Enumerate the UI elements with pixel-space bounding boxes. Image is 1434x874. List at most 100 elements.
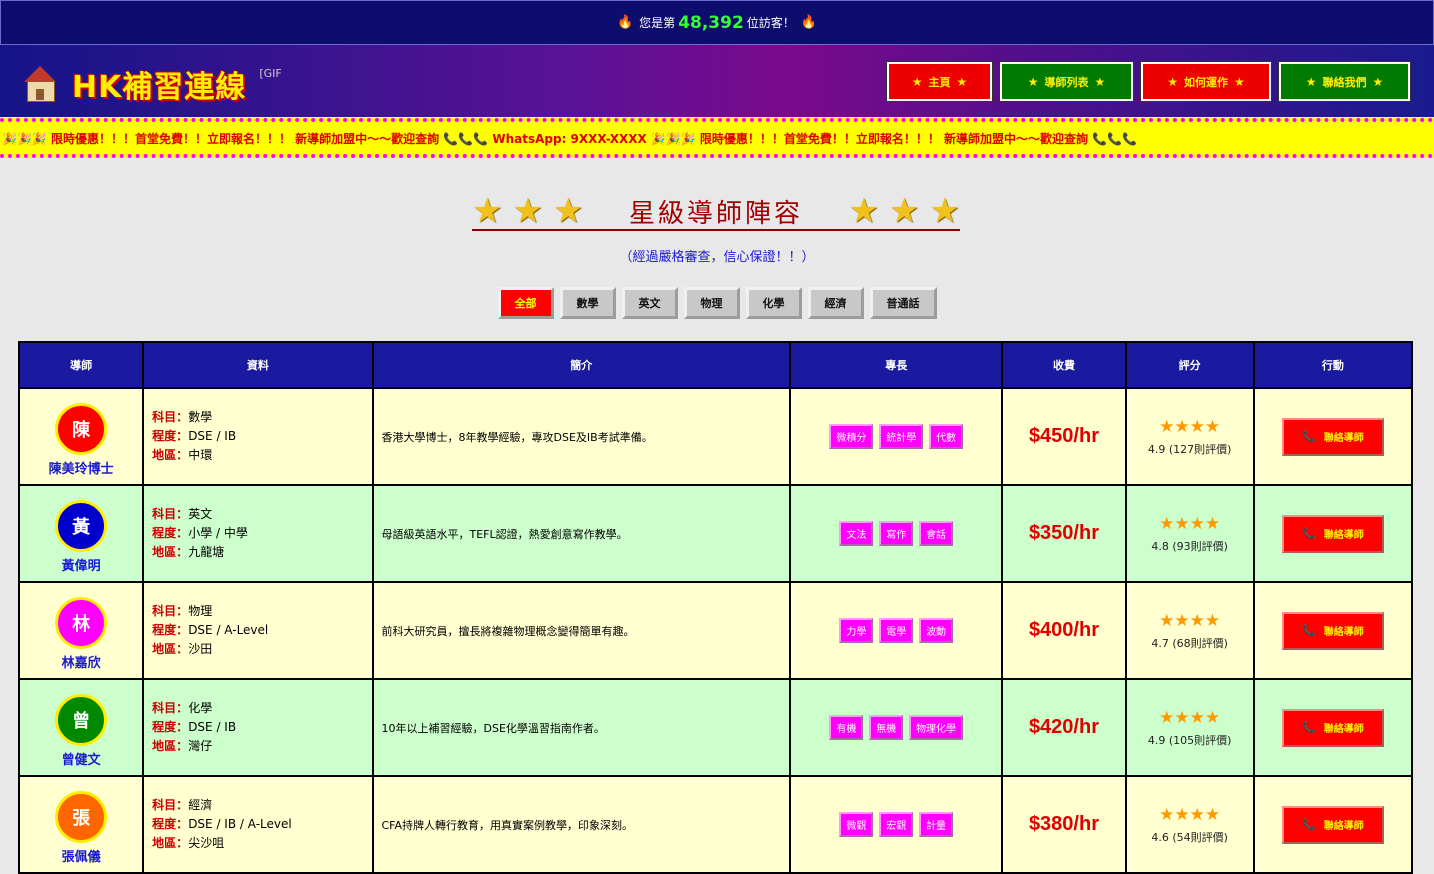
subject-label: 科目： xyxy=(152,410,189,424)
filter-chemistry-button[interactable]: 化學 xyxy=(745,287,802,319)
column-header: 專長 xyxy=(789,341,1004,389)
specialty-tag: 物理化學 xyxy=(909,715,964,740)
level-label: 程度： xyxy=(152,720,189,734)
contact-tutor-button[interactable]: 📞 聯絡導師 xyxy=(1281,514,1384,553)
tutor-name[interactable]: 陳美玲博士 xyxy=(21,458,141,477)
table-row: 黃 黃偉明 科目：英文 程度：小學 / 中學 地區：九龍塘 母語級英語水平，TE… xyxy=(17,484,1414,583)
level-label: 程度： xyxy=(152,817,189,831)
contact-button-label: 聯絡導師 xyxy=(1323,724,1364,735)
contact-tutor-button[interactable]: 📞 聯絡導師 xyxy=(1281,417,1384,456)
tutor-intro: CFA持牌人轉行教育，用真實案例教學，印象深刻。 xyxy=(371,775,792,874)
subject-value: 化學 xyxy=(188,701,213,715)
specialty-cell: 有機 無機 物理化學 xyxy=(789,678,1004,777)
level-value: DSE / IB / A-Level xyxy=(188,817,292,831)
section-subtitle: （經過嚴格審查，信心保證！！） xyxy=(619,250,815,265)
tutor-cell: 林 林嘉欣 xyxy=(17,581,145,680)
rating-text: 4.6 (54則評價) xyxy=(1151,830,1228,844)
phone-icon: 📞 xyxy=(1302,721,1316,734)
filter-mandarin-button[interactable]: 普通話 xyxy=(869,287,937,319)
filter-all-button[interactable]: 全部 xyxy=(497,287,554,319)
avatar: 陳 xyxy=(55,402,108,455)
contact-tutor-button[interactable]: 📞 聯絡導師 xyxy=(1281,708,1384,747)
action-cell: 📞 聯絡導師 xyxy=(1252,387,1414,486)
specialty-cell: 微觀 宏觀 計量 xyxy=(789,775,1004,874)
rating-text: 4.9 (105則評價) xyxy=(1147,733,1232,747)
contact-button-label: 聯絡導師 xyxy=(1323,433,1364,444)
tutor-intro: 前科大研究員，擅長將複雜物理概念變得簡單有趣。 xyxy=(371,581,792,680)
avatar: 曾 xyxy=(55,693,108,746)
specialty-tag: 微觀 xyxy=(839,812,874,837)
tutor-info-cell: 科目：英文 程度：小學 / 中學 地區：九龍塘 xyxy=(142,484,374,583)
specialty-tag: 宏觀 xyxy=(879,812,914,837)
tutor-name[interactable]: 林嘉欣 xyxy=(21,652,141,671)
specialty-cell: 文法 寫作 會話 xyxy=(789,484,1004,583)
visitor-counter: 🔥 您是第 48,392 位訪客！ 🔥 xyxy=(0,0,1434,45)
contact-button-label: 聯絡導師 xyxy=(1323,627,1364,638)
level-value: DSE / IB xyxy=(188,720,237,734)
filter-physics-button[interactable]: 物理 xyxy=(683,287,740,319)
contact-button-label: 聯絡導師 xyxy=(1323,530,1364,541)
area-label: 地區： xyxy=(152,739,189,753)
star-icon: ★ xyxy=(848,191,880,231)
specialty-tag: 無機 xyxy=(869,715,904,740)
star-icon: ★ xyxy=(1027,74,1039,89)
nav-home-button[interactable]: ★ 主頁 ★ xyxy=(886,61,993,102)
star-icon: ★ xyxy=(1305,74,1317,89)
star-icon: ★ xyxy=(889,191,920,231)
specialty-tag: 微積分 xyxy=(829,424,874,449)
table-header-row: 導師 資料 簡介 專長 收費 評分 行動 xyxy=(17,341,1414,389)
subject-filter-bar: 全部 數學 英文 物理 化學 經濟 普通話 xyxy=(0,287,1434,319)
fee-value: $450/hr xyxy=(1001,387,1127,486)
nav-label: 如何運作 xyxy=(1184,75,1228,89)
rating-stars-icon: ★★★★ xyxy=(1159,707,1221,728)
contact-tutor-button[interactable]: 📞 聯絡導師 xyxy=(1281,805,1384,844)
site-logo[interactable]: HK補習連線 [GIF xyxy=(22,62,286,106)
area-label: 地區： xyxy=(152,642,189,656)
star-icon: ★ xyxy=(552,191,584,231)
visitor-count: 48,392 xyxy=(678,12,744,33)
contact-tutor-button[interactable]: 📞 聯絡導師 xyxy=(1281,611,1384,650)
tutor-info-cell: 科目：數學 程度：DSE / IB 地區：中環 xyxy=(142,387,374,486)
area-value: 尖沙咀 xyxy=(188,836,225,850)
subject-value: 數學 xyxy=(188,410,213,424)
marquee-text: 🎉🎉🎉 限時優惠！！！首堂免費！！立即報名！！！ 新導師加盟中～～歡迎查詢 📞📞… xyxy=(2,131,1138,146)
counter-suffix: 位訪客！ xyxy=(746,16,795,30)
specialty-cell: 力學 電學 波動 xyxy=(789,581,1004,680)
star-icon: ★ xyxy=(1234,74,1245,89)
area-label: 地區： xyxy=(152,448,189,462)
rating-text: 4.9 (127則評價) xyxy=(1147,442,1232,456)
specialty-tag: 波動 xyxy=(919,618,954,643)
rating-cell: ★★★★ 4.7 (68則評價) xyxy=(1124,581,1255,680)
column-header: 簡介 xyxy=(371,341,792,389)
fee-value: $400/hr xyxy=(1001,581,1127,680)
star-icon: ★ xyxy=(512,191,543,231)
section-title-text: 星級導師陣容 xyxy=(628,198,803,229)
area-label: 地區： xyxy=(152,836,189,850)
tutor-name[interactable]: 黃偉明 xyxy=(21,555,141,574)
filter-economics-button[interactable]: 經濟 xyxy=(807,287,864,319)
rating-text: 4.7 (68則評價) xyxy=(1151,636,1228,650)
filter-english-button[interactable]: 英文 xyxy=(621,287,678,319)
tutor-cell: 曾 曾健文 xyxy=(17,678,145,777)
tutor-cell: 張 張佩儀 xyxy=(17,775,145,874)
table-row: 張 張佩儀 科目：經濟 程度：DSE / IB / A-Level 地區：尖沙咀… xyxy=(17,775,1414,874)
tutor-name[interactable]: 曾健文 xyxy=(21,749,141,768)
site-header: HK補習連線 [GIF ★ 主頁 ★ ★ 導師列表 ★ ★ 如何運作 ★ ★ 聯… xyxy=(0,45,1434,117)
area-value: 中環 xyxy=(188,448,213,462)
rating-cell: ★★★★ 4.8 (93則評價) xyxy=(1124,484,1255,583)
nav-contact-button[interactable]: ★ 聯絡我們 ★ xyxy=(1278,61,1411,102)
filter-math-button[interactable]: 數學 xyxy=(559,287,616,319)
area-value: 沙田 xyxy=(188,642,213,656)
area-label: 地區： xyxy=(152,545,189,559)
tutor-intro: 10年以上補習經驗，DSE化學溫習指南作者。 xyxy=(371,678,792,777)
subject-label: 科目： xyxy=(152,507,189,521)
tutor-name[interactable]: 張佩儀 xyxy=(21,846,141,865)
specialty-tag: 力學 xyxy=(839,618,874,643)
nav-how-it-works-button[interactable]: ★ 如何運作 ★ xyxy=(1140,61,1272,102)
rating-cell: ★★★★ 4.9 (105則評價) xyxy=(1124,678,1255,777)
nav-label: 主頁 xyxy=(928,75,951,89)
specialty-tag: 有機 xyxy=(829,715,864,740)
promo-marquee: 🎉🎉🎉 限時優惠！！！首堂免費！！立即報名！！！ 新導師加盟中～～歡迎查詢 📞📞… xyxy=(0,118,1434,158)
subject-label: 科目： xyxy=(152,604,189,618)
nav-tutor-list-button[interactable]: ★ 導師列表 ★ xyxy=(999,61,1134,102)
